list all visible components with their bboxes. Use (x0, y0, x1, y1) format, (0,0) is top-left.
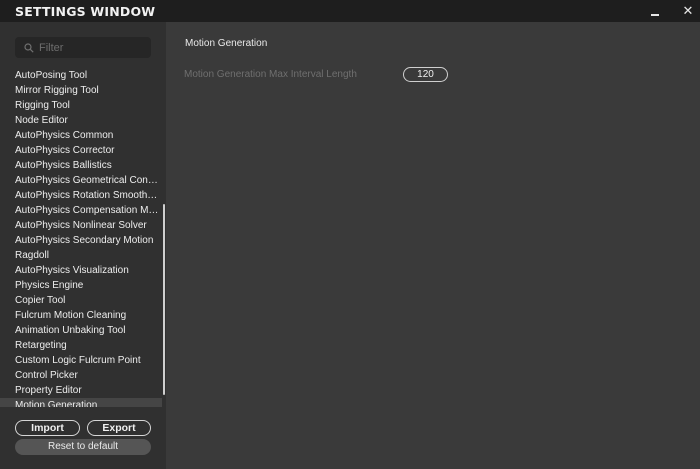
max-interval-length-label: Motion Generation Max Interval Length (184, 69, 357, 80)
export-button[interactable]: Export (87, 420, 151, 436)
sidebar-item-node-editor[interactable]: Node Editor (0, 113, 162, 128)
sidebar-item-autophysics-corrector[interactable]: AutoPhysics Corrector (0, 143, 162, 158)
import-button[interactable]: Import (15, 420, 80, 436)
sidebar-item-custom-logic-fulcrum-point[interactable]: Custom Logic Fulcrum Point (0, 353, 162, 368)
sidebar-item-autophysics-geometrical-constraints[interactable]: AutoPhysics Geometrical Constr... (0, 173, 162, 188)
sidebar-item-copier-tool[interactable]: Copier Tool (0, 293, 162, 308)
settings-category-list[interactable]: AutoPosing Tool Mirror Rigging Tool Rigg… (0, 68, 166, 407)
close-button[interactable]: ✕ (673, 0, 700, 22)
sidebar-item-rigging-tool[interactable]: Rigging Tool (0, 98, 162, 113)
sidebar: AutoPosing Tool Mirror Rigging Tool Rigg… (0, 22, 166, 469)
window-title: SETTINGS WINDOW (15, 3, 156, 19)
sidebar-item-ragdoll[interactable]: Ragdoll (0, 248, 162, 263)
sidebar-item-autophysics-ballistics[interactable]: AutoPhysics Ballistics (0, 158, 162, 173)
sidebar-item-animation-unbaking-tool[interactable]: Animation Unbaking Tool (0, 323, 162, 338)
sidebar-item-motion-generation[interactable]: Motion Generation (0, 398, 162, 407)
search-box[interactable] (15, 37, 151, 58)
sidebar-item-autophysics-secondary-motion[interactable]: AutoPhysics Secondary Motion (0, 233, 162, 248)
section-title: Motion Generation (185, 38, 268, 49)
reset-to-default-button[interactable]: Reset to default (15, 439, 151, 455)
sidebar-item-autophysics-compensation-motion[interactable]: AutoPhysics Compensation Moti... (0, 203, 162, 218)
search-icon (24, 42, 34, 53)
sidebar-item-property-editor[interactable]: Property Editor (0, 383, 162, 398)
max-interval-length-input[interactable]: 120 (403, 67, 448, 82)
sidebar-item-retargeting[interactable]: Retargeting (0, 338, 162, 353)
sidebar-item-autophysics-nonlinear-solver[interactable]: AutoPhysics Nonlinear Solver (0, 218, 162, 233)
sidebar-item-control-picker[interactable]: Control Picker (0, 368, 162, 383)
sidebar-item-autophysics-common[interactable]: AutoPhysics Common (0, 128, 162, 143)
close-icon: ✕ (682, 3, 694, 18)
search-input[interactable] (39, 41, 139, 54)
sidebar-item-fulcrum-motion-cleaning[interactable]: Fulcrum Motion Cleaning (0, 308, 162, 323)
sidebar-item-physics-engine[interactable]: Physics Engine (0, 278, 162, 293)
sidebar-item-autophysics-visualization[interactable]: AutoPhysics Visualization (0, 263, 162, 278)
sidebar-item-autophysics-rotation-smoothness[interactable]: AutoPhysics Rotation Smoothness (0, 188, 162, 203)
title-bar: SETTINGS WINDOW ✕ (0, 0, 700, 22)
list-scrollbar[interactable] (163, 204, 165, 395)
sidebar-item-autoposing-tool[interactable]: AutoPosing Tool (0, 68, 162, 83)
minimize-button[interactable] (640, 0, 670, 22)
minimize-icon (651, 14, 659, 16)
sidebar-item-mirror-rigging-tool[interactable]: Mirror Rigging Tool (0, 83, 162, 98)
